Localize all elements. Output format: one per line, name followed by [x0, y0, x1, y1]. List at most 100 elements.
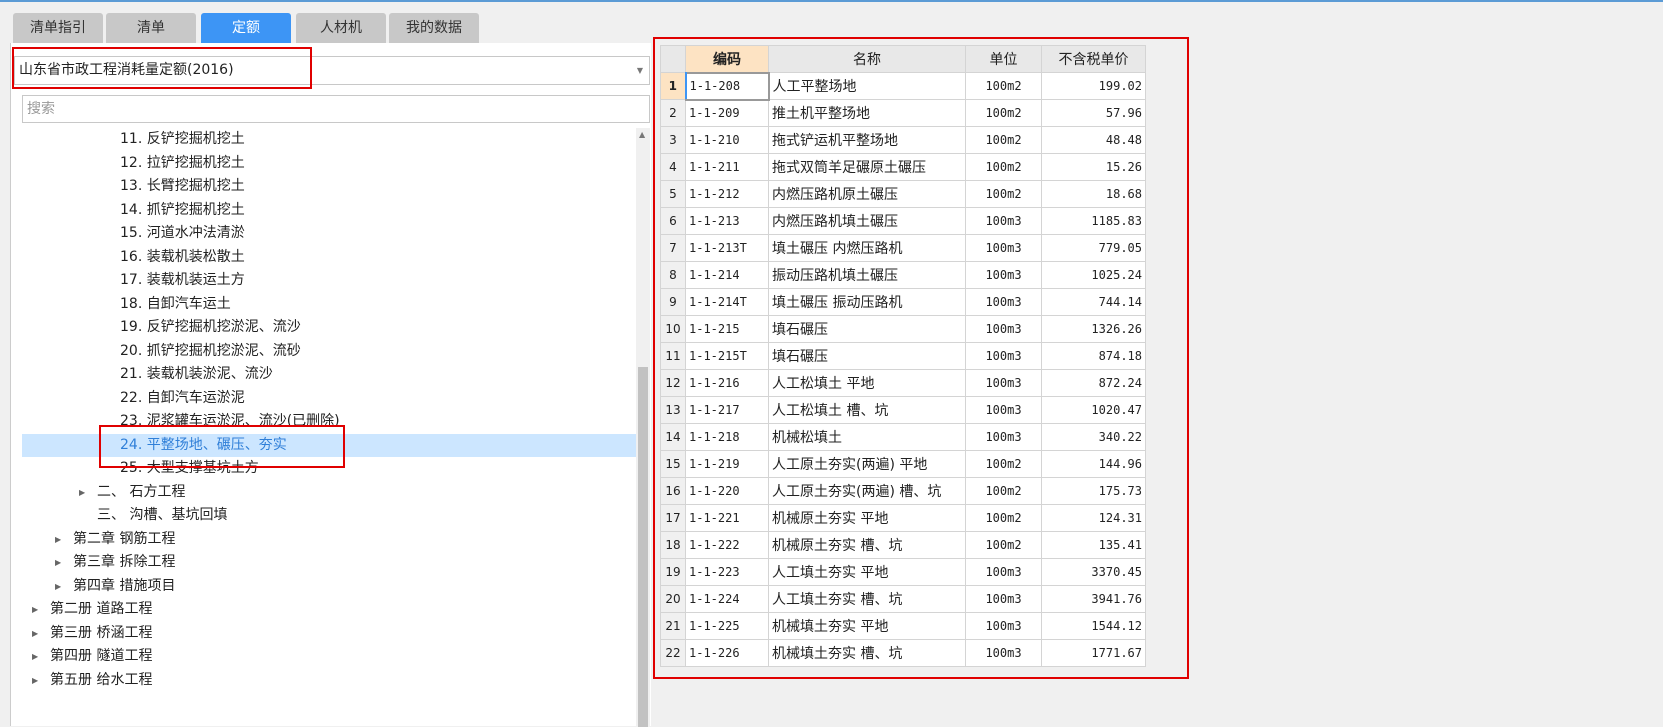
cell-name[interactable]: 拖式铲运机平整场地 — [768, 126, 966, 154]
tree-node[interactable]: 三、 沟槽、基坑回填 — [22, 504, 636, 528]
tree-node[interactable]: ▶ 第三册 桥涵工程 — [22, 622, 636, 646]
table-row[interactable]: 20 1-1-224 人工填土夯实 槽、坑 100m3 3941.76 — [660, 585, 1146, 613]
cell-name[interactable]: 人工原土夯实(两遍) 平地 — [768, 450, 966, 478]
cell-unit[interactable]: 100m3 — [965, 315, 1042, 343]
cell-unit[interactable]: 100m2 — [965, 477, 1042, 505]
tree-node[interactable]: ▶ 第二章 钢筋工程 — [22, 528, 636, 552]
cell-price[interactable]: 1185.83 — [1041, 207, 1146, 235]
expand-arrow-icon[interactable]: ▶ — [79, 481, 85, 505]
cell-price[interactable]: 48.48 — [1041, 126, 1146, 154]
cell-code[interactable]: 1-1-216 — [685, 369, 769, 397]
cell-name[interactable]: 填石碾压 — [768, 315, 966, 343]
cell-code[interactable]: 1-1-211 — [685, 153, 769, 181]
tree-node[interactable]: ▶ 第三章 拆除工程 — [22, 551, 636, 575]
cell-price[interactable]: 1771.67 — [1041, 639, 1146, 667]
cell-name[interactable]: 机械松填土 — [768, 423, 966, 451]
cell-unit[interactable]: 100m3 — [965, 369, 1042, 397]
expand-arrow-icon[interactable]: ▶ — [55, 528, 61, 552]
quota-library-select[interactable]: 山东省市政工程消耗量定额(2016) ▼ — [14, 56, 650, 85]
column-header[interactable]: 编码 — [685, 45, 769, 73]
table-row[interactable]: 3 1-1-210 拖式铲运机平整场地 100m2 48.48 — [660, 126, 1146, 154]
tree-scrollbar[interactable]: ▲ — [636, 128, 650, 727]
cell-price[interactable]: 175.73 — [1041, 477, 1146, 505]
column-header[interactable]: 单位 — [965, 45, 1042, 73]
cell-code[interactable]: 1-1-225 — [685, 612, 769, 640]
cell-code[interactable]: 1-1-215 — [685, 315, 769, 343]
table-row[interactable]: 15 1-1-219 人工原土夯实(两遍) 平地 100m2 144.96 — [660, 450, 1146, 478]
expand-arrow-icon[interactable]: ▶ — [32, 669, 38, 693]
tree-node[interactable]: 23. 泥浆罐车运淤泥、流沙(已删除) — [22, 410, 636, 434]
tree-node[interactable]: 25. 大型支撑基坑土方 — [22, 457, 636, 481]
search-input[interactable]: 搜索 — [22, 95, 650, 123]
tree-node[interactable]: ▶ 二、 石方工程 — [22, 481, 636, 505]
cell-price[interactable]: 1326.26 — [1041, 315, 1146, 343]
chevron-down-icon[interactable]: ▼ — [637, 57, 643, 84]
cell-unit[interactable]: 100m2 — [965, 450, 1042, 478]
tree-node[interactable]: 17. 装载机装运土方 — [22, 269, 636, 293]
cell-code[interactable]: 1-1-215T — [685, 342, 769, 370]
tab-2[interactable]: 定额 — [201, 13, 291, 43]
tab-0[interactable]: 清单指引 — [13, 13, 103, 43]
tab-1[interactable]: 清单 — [106, 13, 196, 43]
cell-unit[interactable]: 100m3 — [965, 396, 1042, 424]
cell-name[interactable]: 机械填土夯实 槽、坑 — [768, 639, 966, 667]
tree-node[interactable]: 14. 抓铲挖掘机挖土 — [22, 199, 636, 223]
column-header[interactable]: 名称 — [768, 45, 966, 73]
cell-unit[interactable]: 100m3 — [965, 207, 1042, 235]
cell-price[interactable]: 874.18 — [1041, 342, 1146, 370]
expand-arrow-icon[interactable]: ▶ — [32, 645, 38, 669]
cell-code[interactable]: 1-1-226 — [685, 639, 769, 667]
table-row[interactable]: 13 1-1-217 人工松填土 槽、坑 100m3 1020.47 — [660, 396, 1146, 424]
table-row[interactable]: 5 1-1-212 内燃压路机原土碾压 100m2 18.68 — [660, 180, 1146, 208]
tree-node[interactable]: ▶ 第四章 措施项目 — [22, 575, 636, 599]
cell-price[interactable]: 744.14 — [1041, 288, 1146, 316]
cell-price[interactable]: 199.02 — [1041, 72, 1146, 100]
table-row[interactable]: 14 1-1-218 机械松填土 100m3 340.22 — [660, 423, 1146, 451]
table-row[interactable]: 9 1-1-214T 填土碾压 振动压路机 100m3 744.14 — [660, 288, 1146, 316]
cell-price[interactable]: 3370.45 — [1041, 558, 1146, 586]
cell-name[interactable]: 内燃压路机填土碾压 — [768, 207, 966, 235]
table-row[interactable]: 19 1-1-223 人工填土夯实 平地 100m3 3370.45 — [660, 558, 1146, 586]
cell-unit[interactable]: 100m2 — [965, 504, 1042, 532]
tree-node[interactable]: 11. 反铲挖掘机挖土 — [22, 128, 636, 152]
cell-price[interactable]: 144.96 — [1041, 450, 1146, 478]
cell-name[interactable]: 填土碾压 内燃压路机 — [768, 234, 966, 262]
cell-price[interactable]: 124.31 — [1041, 504, 1146, 532]
cell-code[interactable]: 1-1-213 — [685, 207, 769, 235]
expand-arrow-icon[interactable]: ▶ — [55, 575, 61, 599]
tree-node[interactable]: 20. 抓铲挖掘机挖淤泥、流砂 — [22, 340, 636, 364]
cell-name[interactable]: 人工原土夯实(两遍) 槽、坑 — [768, 477, 966, 505]
cell-unit[interactable]: 100m3 — [965, 558, 1042, 586]
scroll-up-icon[interactable]: ▲ — [639, 130, 645, 139]
cell-code[interactable]: 1-1-210 — [685, 126, 769, 154]
cell-code[interactable]: 1-1-220 — [685, 477, 769, 505]
cell-price[interactable]: 340.22 — [1041, 423, 1146, 451]
cell-price[interactable]: 15.26 — [1041, 153, 1146, 181]
cell-unit[interactable]: 100m3 — [965, 639, 1042, 667]
cell-name[interactable]: 拖式双筒羊足碾原土碾压 — [768, 153, 966, 181]
table-row[interactable]: 4 1-1-211 拖式双筒羊足碾原土碾压 100m2 15.26 — [660, 153, 1146, 181]
tree-node[interactable]: 21. 装载机装淤泥、流沙 — [22, 363, 636, 387]
cell-price[interactable]: 18.68 — [1041, 180, 1146, 208]
expand-arrow-icon[interactable]: ▶ — [55, 551, 61, 575]
cell-unit[interactable]: 100m2 — [965, 126, 1042, 154]
cell-name[interactable]: 机械原土夯实 平地 — [768, 504, 966, 532]
cell-name[interactable]: 人工松填土 平地 — [768, 369, 966, 397]
table-row[interactable]: 18 1-1-222 机械原土夯实 槽、坑 100m2 135.41 — [660, 531, 1146, 559]
table-row[interactable]: 16 1-1-220 人工原土夯实(两遍) 槽、坑 100m2 175.73 — [660, 477, 1146, 505]
cell-name[interactable]: 机械填土夯实 平地 — [768, 612, 966, 640]
cell-name[interactable]: 推土机平整场地 — [768, 99, 966, 127]
cell-code[interactable]: 1-1-223 — [685, 558, 769, 586]
cell-price[interactable]: 135.41 — [1041, 531, 1146, 559]
column-header[interactable]: 不含税单价 — [1041, 45, 1146, 73]
tree-node[interactable]: 16. 装载机装松散土 — [22, 246, 636, 270]
cell-code[interactable]: 1-1-221 — [685, 504, 769, 532]
cell-name[interactable]: 内燃压路机原土碾压 — [768, 180, 966, 208]
cell-name[interactable]: 人工平整场地 — [768, 72, 966, 100]
cell-unit[interactable]: 100m3 — [965, 342, 1042, 370]
cell-unit[interactable]: 100m3 — [965, 612, 1042, 640]
table-row[interactable]: 22 1-1-226 机械填土夯实 槽、坑 100m3 1771.67 — [660, 639, 1146, 667]
tree-node[interactable]: 24. 平整场地、碾压、夯实 — [22, 433, 636, 457]
cell-code[interactable]: 1-1-212 — [685, 180, 769, 208]
table-row[interactable]: 6 1-1-213 内燃压路机填土碾压 100m3 1185.83 — [660, 207, 1146, 235]
